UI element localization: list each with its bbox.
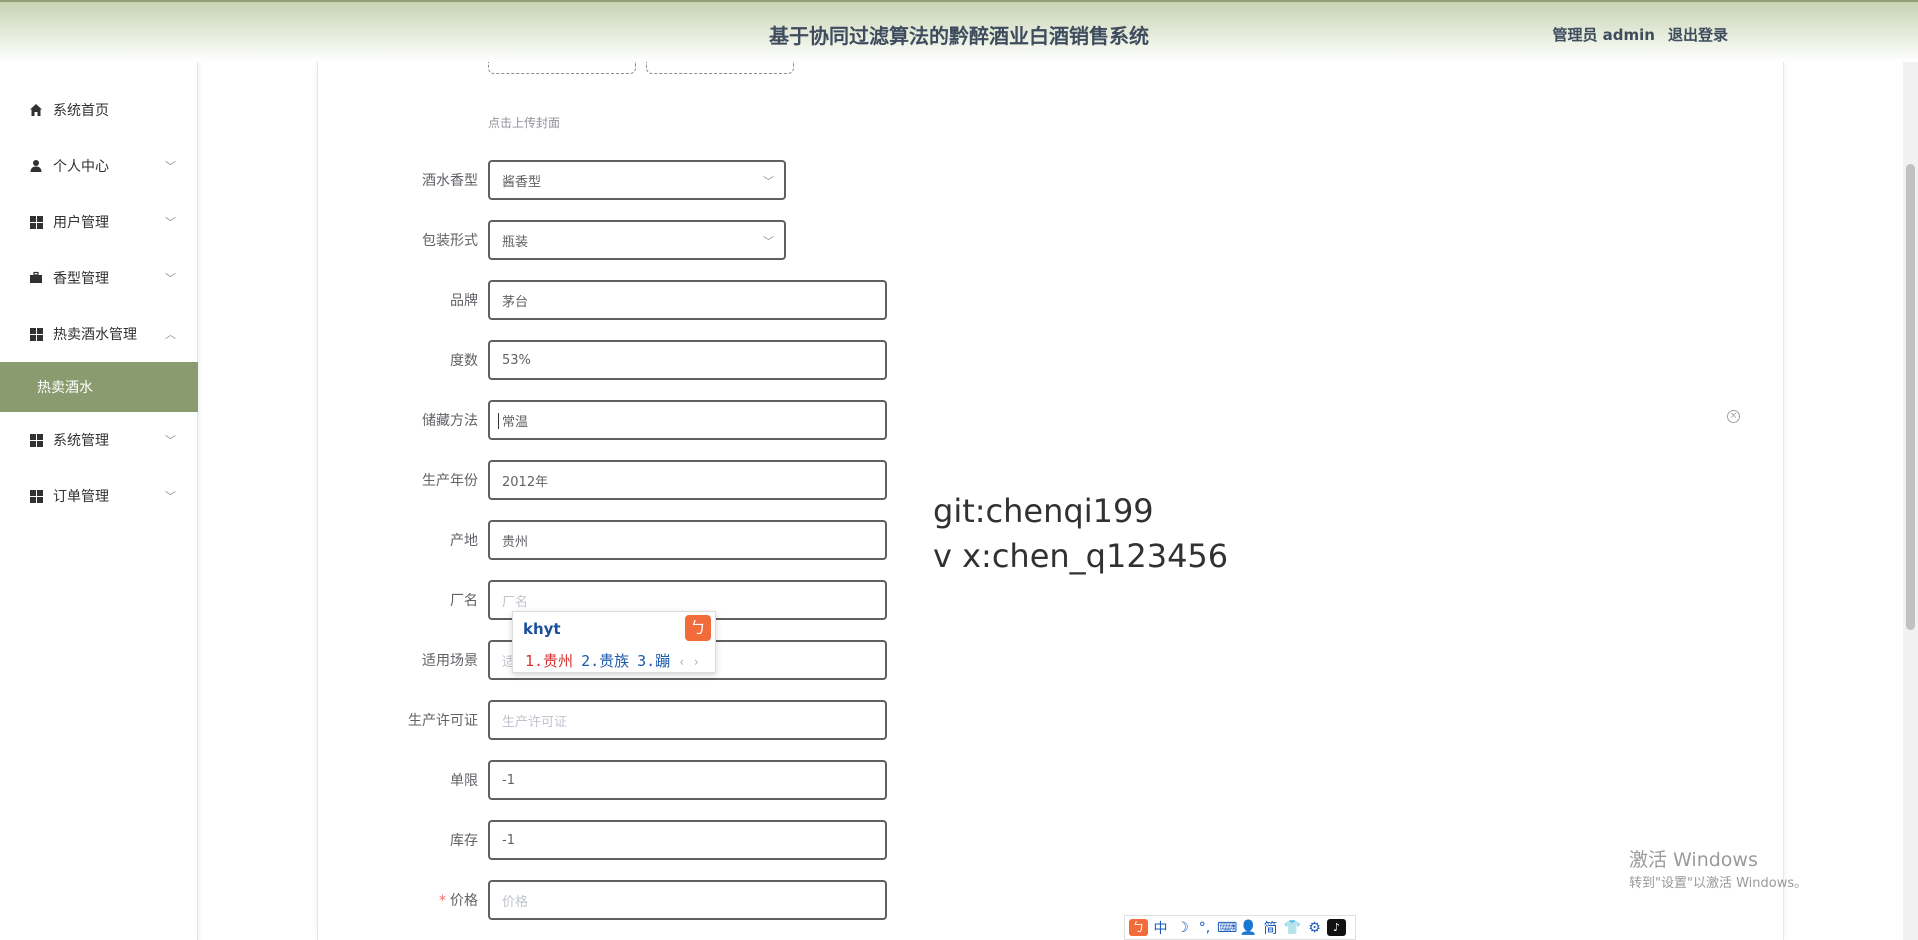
watermark-line: git:chenqi199 <box>933 492 1154 530</box>
form-label: 生产许可证 <box>408 713 478 729</box>
user-icon <box>28 158 44 174</box>
keyboard-icon[interactable]: ⌨ <box>1217 920 1237 936</box>
form-label: 包装形式 <box>422 233 478 249</box>
skin-icon[interactable]: 👕 <box>1283 920 1302 936</box>
form-label: 度数 <box>450 353 478 369</box>
sidebar: 系统首页 个人中心 ﹀ 用户管理 ﹀ 香型管理 ﹀ 热卖酒水管理 ︿ 热卖酒水 … <box>0 62 198 940</box>
ime-mode-chinese[interactable]: 中 <box>1151 918 1170 938</box>
brand-input[interactable]: 茅台 <box>488 280 887 320</box>
sidebar-item-label: 热卖酒水管理 <box>53 327 137 343</box>
stock-input[interactable]: -1 <box>488 820 887 860</box>
windows-activation-title: 激活 Windows <box>1629 849 1758 871</box>
aroma-select[interactable]: 酱香型 ﹀ <box>488 160 786 200</box>
text-cursor <box>498 413 504 429</box>
sidebar-item-orders[interactable]: 订单管理 ﹀ <box>0 476 198 516</box>
packaging-select[interactable]: 瓶装 ﹀ <box>488 220 786 260</box>
ime-candidate-popup: khyt ㄅ 1.贵州 2.贵族 3.蹦 ‹ › <box>512 611 716 673</box>
license-input[interactable]: 生产许可证 <box>488 700 887 740</box>
gear-icon[interactable]: ⚙ <box>1305 920 1324 936</box>
ime-candidates: 1.贵州 2.贵族 3.蹦 ‹ › <box>525 650 700 671</box>
sidebar-item-users[interactable]: 用户管理 ﹀ <box>0 202 198 242</box>
punctuation-icon[interactable]: °, <box>1195 920 1214 936</box>
grid-icon <box>28 432 44 448</box>
form-label: 厂名 <box>450 593 478 609</box>
ime-candidate[interactable]: 1.贵州 <box>525 652 573 670</box>
sidebar-subitem-hot-liquor[interactable]: 热卖酒水 <box>0 362 198 412</box>
chevron-down-icon: ﹀ <box>165 490 176 503</box>
cover-upload-box[interactable] <box>646 62 794 74</box>
scrollbar-thumb[interactable] <box>1906 164 1915 630</box>
ime-composition: khyt <box>523 620 561 638</box>
grid-icon <box>28 214 44 230</box>
chevron-down-icon: ﹀ <box>165 160 176 173</box>
storage-method-input[interactable]: 常温 <box>488 400 887 440</box>
chevron-up-icon: ︿ <box>165 328 176 341</box>
form-label: 酒水香型 <box>422 173 478 189</box>
origin-input[interactable]: 贵州 <box>488 520 887 560</box>
production-year-input[interactable]: 2012年 <box>488 460 887 500</box>
chevron-down-icon: ﹀ <box>763 175 774 188</box>
moon-icon[interactable]: ☽ <box>1173 920 1192 936</box>
grid-icon <box>28 326 44 342</box>
select-value: 酱香型 <box>502 174 542 190</box>
ime-brand-icon[interactable]: ㄅ <box>1129 919 1148 936</box>
grid-icon <box>28 488 44 504</box>
ime-toolbar: ㄅ 中 ☽ °, ⌨ 👤 简 👕 ⚙ ♪ <box>1124 915 1356 940</box>
user-icon[interactable]: 👤 <box>1239 920 1258 936</box>
form-label: * 价格 <box>328 890 478 910</box>
form-label: 品牌 <box>450 293 478 309</box>
ime-page-nav[interactable]: ‹ › <box>678 655 700 669</box>
sidebar-item-hot-liquor[interactable]: 热卖酒水管理 ︿ <box>0 314 198 354</box>
form-label-text: 价格 <box>450 893 478 909</box>
upload-hint: 点击上传封面 <box>488 116 561 130</box>
logout-link[interactable]: 退出登录 <box>1668 24 1728 45</box>
windows-activation-subtitle: 转到"设置"以激活 Windows。 <box>1629 876 1808 891</box>
form-label: 适用场景 <box>422 653 478 669</box>
sidebar-item-label: 个人中心 <box>53 159 109 175</box>
cover-upload-box[interactable] <box>488 62 636 74</box>
form-label: 库存 <box>450 833 478 849</box>
home-icon <box>28 102 44 118</box>
sidebar-item-system[interactable]: 系统管理 ﹀ <box>0 420 198 460</box>
chevron-down-icon: ﹀ <box>763 235 774 248</box>
sidebar-item-home[interactable]: 系统首页 <box>0 90 198 130</box>
chevron-down-icon: ﹀ <box>165 272 176 285</box>
sidebar-item-label: 订单管理 <box>53 489 109 505</box>
required-mark: * <box>439 893 446 909</box>
form-label: 产地 <box>450 533 478 549</box>
form-label: 储藏方法 <box>422 413 478 429</box>
abv-input[interactable]: 53% <box>488 340 887 380</box>
sidebar-item-aroma[interactable]: 香型管理 ﹀ <box>0 258 198 298</box>
current-user-label: 管理员 admin <box>1552 26 1655 44</box>
sidebar-item-label: 系统管理 <box>53 433 109 449</box>
tiktok-icon[interactable]: ♪ <box>1327 919 1346 936</box>
ime-logo-icon: ㄅ <box>685 615 711 641</box>
select-value: 瓶装 <box>502 234 529 250</box>
sidebar-item-label: 香型管理 <box>53 271 109 287</box>
chevron-down-icon: ﹀ <box>165 434 176 447</box>
sidebar-item-label: 系统首页 <box>53 103 109 119</box>
clear-icon[interactable]: × <box>1727 410 1740 423</box>
briefcase-icon <box>28 270 44 286</box>
order-limit-input[interactable]: -1 <box>488 760 887 800</box>
sidebar-item-profile[interactable]: 个人中心 ﹀ <box>0 146 198 186</box>
price-input[interactable]: 价格 <box>488 880 887 920</box>
sidebar-item-label: 用户管理 <box>53 215 109 231</box>
form-label: 生产年份 <box>422 473 478 489</box>
simplified-icon[interactable]: 简 <box>1261 918 1280 938</box>
chevron-down-icon: ﹀ <box>165 216 176 229</box>
ime-candidate[interactable]: 2.贵族 <box>581 652 629 670</box>
ime-candidate[interactable]: 3.蹦 <box>637 652 670 670</box>
page-scrollbar[interactable] <box>1903 62 1918 940</box>
watermark-line: v x:chen_q123456 <box>933 537 1229 575</box>
top-header: 基于协同过滤算法的黔醉酒业白酒销售系统 管理员 admin 退出登录 <box>0 0 1918 62</box>
form-label: 单限 <box>450 773 478 789</box>
